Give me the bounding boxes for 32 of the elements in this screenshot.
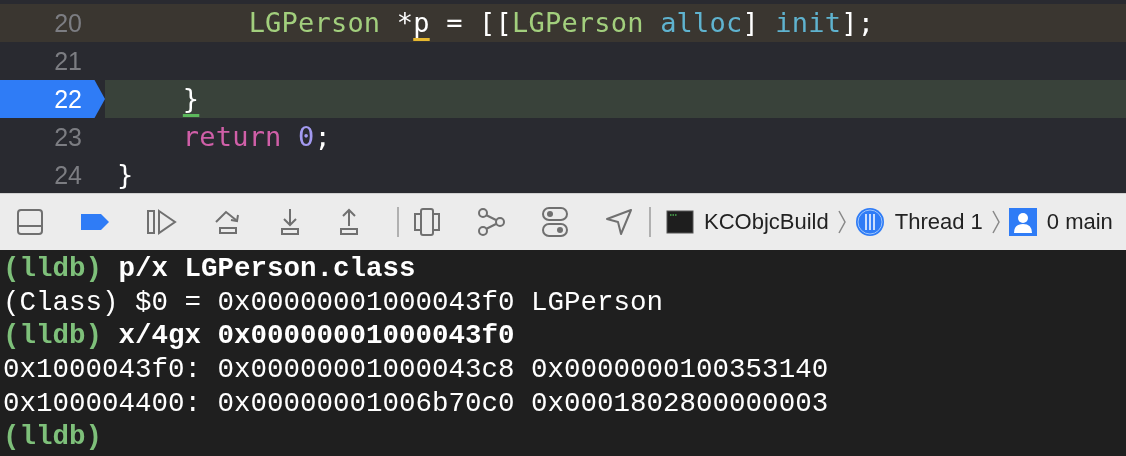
console-command: (lldb): [3, 420, 103, 455]
breadcrumb-item[interactable]: 0 main: [1046, 209, 1113, 235]
line-number: 24: [54, 160, 82, 190]
toggle-icon[interactable]: [542, 207, 568, 237]
line-number: 23: [54, 122, 82, 152]
code-line: LGPerson *p = [[LGPerson alloc] init];: [247, 6, 875, 40]
step-into-icon[interactable]: [279, 208, 301, 236]
code-line: }: [117, 158, 134, 192]
console-command: (lldb) x/4gx 0x00000001000043f0: [3, 319, 515, 354]
code-line: }: [181, 82, 200, 116]
console-command: (lldb) p/x LGPerson.class: [3, 252, 416, 286]
location-icon[interactable]: [605, 208, 633, 236]
step-over-icon[interactable]: [214, 209, 242, 235]
terminal-icon: [666, 210, 694, 234]
console-output: (Class) $0 = 0x00000001000043f0 LGPerson: [3, 285, 664, 320]
person-icon: [1008, 208, 1037, 236]
line-number: 20: [54, 8, 82, 38]
breadcrumb-item[interactable]: Thread 1: [894, 209, 983, 235]
breakpoints-icon[interactable]: [80, 212, 110, 232]
nodes-icon[interactable]: [477, 208, 505, 236]
thread-icon: [854, 207, 885, 237]
console-output: 0x100004400: 0x00000001006b70c0 0x0001802800000003: [3, 386, 829, 421]
breadcrumb-item[interactable]: KCObjcBuild: [704, 209, 829, 235]
chevron-icon: [836, 209, 847, 235]
code-line: return 0;: [181, 120, 331, 154]
console-output: 0x1000043f0: 0x00000001000043c8 0x0000000100353140: [3, 353, 829, 387]
chevron-icon: [990, 209, 1001, 235]
step-out-icon[interactable]: [338, 208, 360, 236]
line-number: 21: [54, 46, 82, 76]
continue-icon[interactable]: [147, 209, 177, 235]
panel-toggle-icon[interactable]: [17, 209, 43, 235]
view-hierarchy-icon[interactable]: [414, 208, 440, 236]
